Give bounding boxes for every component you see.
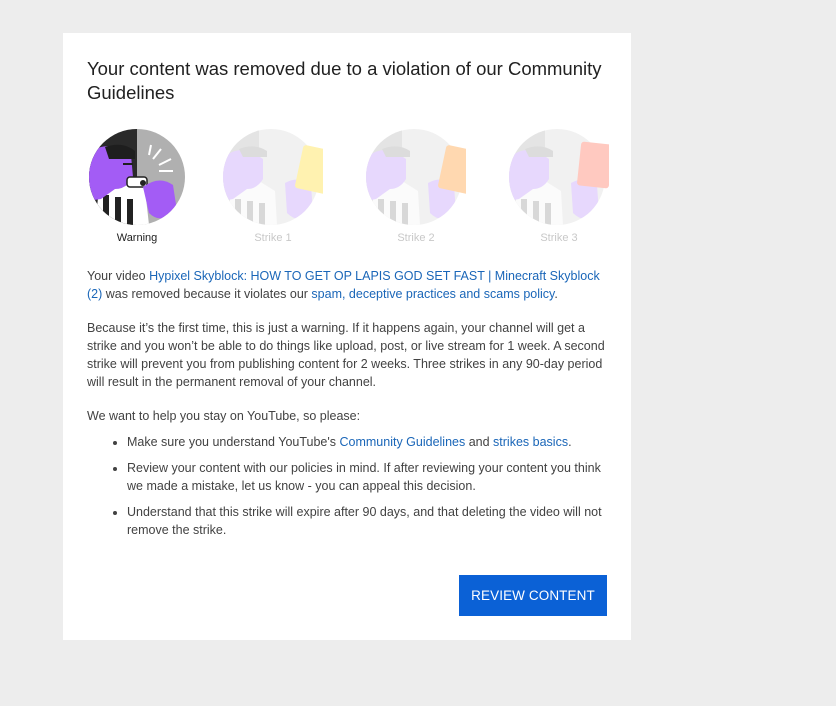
referee-orange-card-icon <box>366 129 466 225</box>
help-item-review: Review your content with our policies in… <box>127 459 607 495</box>
strike-step-warning: Warning <box>87 129 187 244</box>
strike-step-1: Strike 1 <box>223 129 323 244</box>
strike-label-1: Strike 1 <box>254 232 292 244</box>
policy-link[interactable]: spam, deceptive practices and scams poli… <box>311 287 554 301</box>
strike-step-2: Strike 2 <box>366 129 466 244</box>
help-item-expiry: Understand that this strike will expire … <box>127 503 607 539</box>
removal-notice: Your video Hypixel Skyblock: HOW TO GET … <box>87 267 607 303</box>
dialog-title: Your content was removed due to a violat… <box>87 58 602 103</box>
help-intro: We want to help you stay on YouTube, so … <box>87 409 361 423</box>
help-list: Make sure you understand YouTube's Commu… <box>87 433 607 539</box>
strike-step-3: Strike 3 <box>509 129 609 244</box>
warning-explanation: Because it’s the first time, this is jus… <box>87 321 605 389</box>
strikes-basics-link[interactable]: strikes basics <box>493 435 568 449</box>
strike-label-3: Strike 3 <box>540 232 578 244</box>
help-item-guidelines-suffix: . <box>568 435 572 449</box>
referee-yellow-card-icon <box>223 129 323 225</box>
removal-notice-prefix: Your video <box>87 269 150 283</box>
removal-notice-middle: was removed because it violates our <box>102 287 312 301</box>
community-guidelines-link[interactable]: Community Guidelines <box>339 435 465 449</box>
help-item-guidelines-prefix: Make sure you understand YouTube's <box>127 435 340 449</box>
referee-red-card-icon <box>509 129 609 225</box>
referee-warning-icon <box>89 129 185 225</box>
help-item-guidelines-middle: and <box>465 435 494 449</box>
help-item-guidelines: Make sure you understand YouTube's Commu… <box>127 433 607 451</box>
strike-label-2: Strike 2 <box>397 232 435 244</box>
strike-dialog: Your content was removed due to a violat… <box>63 33 631 640</box>
strike-label-warning: Warning <box>116 232 158 244</box>
review-content-button[interactable]: REVIEW CONTENT <box>459 575 607 616</box>
removal-notice-suffix: . <box>554 287 558 301</box>
strike-progress: Warning Strike 1 Strike 2 Strike 3 <box>87 129 609 259</box>
